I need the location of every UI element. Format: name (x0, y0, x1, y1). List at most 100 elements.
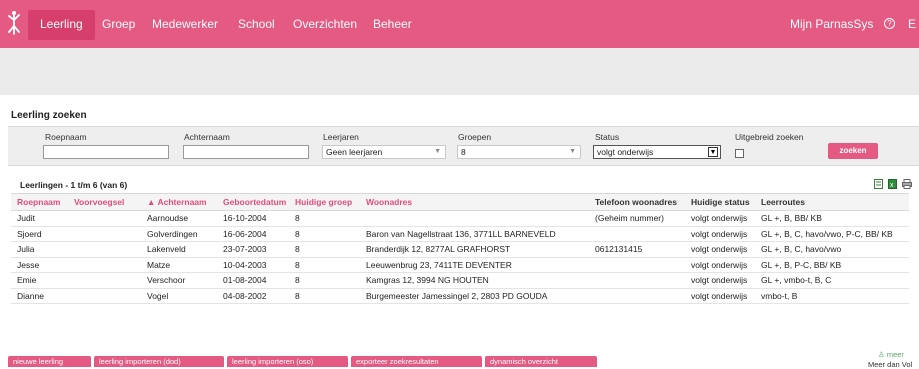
excel-icon[interactable]: x (888, 179, 897, 189)
print-icon[interactable] (902, 179, 912, 189)
leerjaren-label: Leerjaren (323, 132, 359, 142)
logo-icon[interactable] (6, 10, 22, 36)
svg-text:x: x (890, 182, 894, 189)
nav-item-medewerker[interactable]: Medewerker (152, 17, 218, 31)
cell-geboortedatum: 01-08-2004 (217, 272, 289, 289)
column-header-huidige-groep[interactable]: Huidige groep (289, 193, 360, 211)
cell-roepnaam: Emie (11, 272, 68, 289)
achternaam-label: Achternaam (184, 132, 230, 142)
sub-navigation-bar (0, 48, 919, 95)
cell-voorvoegsel (68, 272, 141, 289)
help-icon[interactable]: ? (884, 18, 895, 29)
dynamisch-overzicht-button[interactable]: dynamisch overzicht (485, 356, 597, 367)
cell-woonadres: Burgemeester Jamessingel 2, 2803 PD GOUD… (360, 288, 589, 304)
cell-voorvoegsel (68, 210, 141, 227)
cell-roepnaam: Jesse (11, 257, 68, 273)
cell-roepnaam: Julia (11, 241, 68, 258)
cell-woonadres: Branderdijk 12, 8277AL GRAFHORST (360, 241, 589, 258)
uitgebreid-zoeken-label: Uitgebreid zoeken (735, 132, 804, 142)
table-header-row: Roepnaam Voorvoegsel ▲ Achternaam Geboor… (11, 193, 909, 211)
cell-roepnaam: Sjoerd (11, 226, 68, 242)
status-label: Status (595, 132, 620, 142)
exporteer-zoekresultaten-button[interactable]: exporteer zoekresultaten (351, 356, 482, 367)
chevron-down-icon: ▼ (569, 148, 576, 155)
cell-woonadres: Leeuwenbrug 23, 7411TE DEVENTER (360, 257, 589, 273)
cell-huidige-groep: 8 (289, 288, 360, 304)
nav-item-overzichten[interactable]: Overzichten (293, 17, 357, 31)
column-header-leerroutes[interactable]: Leerroutes (755, 193, 909, 211)
roepnaam-input[interactable] (43, 145, 169, 159)
cell-status: volgt onderwijs (685, 226, 755, 242)
leerjaren-value: Geen leerjaren (326, 147, 383, 157)
cell-geboortedatum: 16-10-2004 (217, 210, 289, 227)
nav-item-school[interactable]: School (238, 17, 275, 31)
mijn-parnassys-link[interactable]: Mijn ParnasSys (790, 17, 873, 31)
cell-status: volgt onderwijs (685, 210, 755, 227)
chevron-down-icon: ▼ (708, 147, 718, 157)
cell-leerroutes: GL +, B, BB/ KB (755, 210, 909, 227)
page-title: Leerling zoeken (11, 110, 87, 121)
cell-telefoon (589, 226, 685, 242)
status-value: volgt onderwijs (597, 147, 654, 157)
cell-leerroutes: vmbo-t, B (755, 288, 909, 304)
column-header-woonadres[interactable]: Woonadres (360, 193, 589, 211)
cell-huidige-groep: 8 (289, 257, 360, 273)
groepen-value: 8 (461, 147, 466, 157)
nav-item-groep[interactable]: Groep (102, 17, 135, 31)
meer-link[interactable]: ♙ meer (878, 350, 904, 359)
table-row[interactable]: Dianne Vogel 04-08-2002 8 Burgemeester J… (11, 288, 909, 304)
nieuwe-leerling-button[interactable]: nieuwe leerling (8, 356, 91, 367)
leerling-importeren-oso-button[interactable]: leerling importeren (oso) (227, 356, 348, 367)
cell-achternaam: Verschoor (141, 272, 217, 289)
cell-geboortedatum: 04-08-2002 (217, 288, 289, 304)
cell-achternaam: Golverdingen (141, 226, 217, 242)
column-header-telefoon-woonadres[interactable]: Telefoon woonadres (589, 193, 685, 211)
cell-huidige-groep: 8 (289, 272, 360, 289)
uitgebreid-zoeken-checkbox[interactable] (735, 149, 744, 158)
table-row[interactable]: Jesse Matze 10-04-2003 8 Leeuwenbrug 23,… (11, 257, 909, 273)
cell-woonadres: Baron van Nagellstraat 136, 3771LL BARNE… (360, 226, 589, 242)
cell-woonadres: Kamgras 12, 3994 NG HOUTEN (360, 272, 589, 289)
column-header-voorvoegsel[interactable]: Voorvoegsel (68, 193, 141, 211)
status-select[interactable]: volgt onderwijs ▼ (593, 145, 721, 159)
cell-telefoon (589, 288, 685, 304)
cell-roepnaam: Dianne (11, 288, 68, 304)
cell-woonadres (360, 210, 589, 227)
cell-huidige-groep: 8 (289, 241, 360, 258)
column-header-roepnaam[interactable]: Roepnaam (11, 193, 68, 211)
cell-voorvoegsel (68, 226, 141, 242)
results-caption: Leerlingen - 1 t/m 6 (van 6) (20, 180, 128, 190)
cell-geboortedatum: 23-07-2003 (217, 241, 289, 258)
cell-status: volgt onderwijs (685, 241, 755, 258)
leerjaren-select[interactable]: Geen leerjaren ▼ (322, 145, 446, 159)
leerling-importeren-dod-button[interactable]: leerling importeren (dod) (94, 356, 224, 367)
cell-achternaam: Lakenveld (141, 241, 217, 258)
cell-huidige-groep: 8 (289, 210, 360, 227)
column-header-huidige-status[interactable]: Huidige status (685, 193, 755, 211)
person-icon: ♙ (878, 350, 885, 359)
table-row[interactable]: Judit Aarnoudse 16-10-2004 8 (Geheim num… (11, 210, 909, 227)
cell-telefoon: 0612131415 (589, 241, 685, 258)
cell-telefoon (589, 272, 685, 289)
column-header-geboortedatum[interactable]: Geboortedatum (217, 193, 289, 211)
export-icon[interactable] (874, 179, 883, 189)
zoeken-button[interactable]: zoeken (828, 143, 878, 159)
nav-item-beheer[interactable]: Beheer (373, 17, 412, 31)
nav-item-leerling[interactable]: Leerling (28, 10, 95, 40)
table-row[interactable]: Julia Lakenveld 23-07-2003 8 Branderdijk… (11, 241, 909, 258)
column-header-achternaam[interactable]: ▲ Achternaam (141, 193, 217, 211)
cell-status: volgt onderwijs (685, 272, 755, 289)
groepen-select[interactable]: 8 ▼ (457, 145, 581, 159)
nav-item-extra[interactable]: E (908, 17, 916, 31)
cell-achternaam: Aarnoudse (141, 210, 217, 227)
meer-label: meer (886, 350, 904, 359)
table-row[interactable]: Sjoerd Golverdingen 16-06-2004 8 Baron v… (11, 226, 909, 242)
table-row[interactable]: Emie Verschoor 01-08-2004 8 Kamgras 12, … (11, 272, 909, 289)
groepen-label: Groepen (458, 132, 492, 142)
roepnaam-label: Roepnaam (45, 132, 87, 142)
cell-geboortedatum: 16-06-2004 (217, 226, 289, 242)
chevron-down-icon: ▼ (434, 148, 441, 155)
search-panel: Roepnaam Achternaam Leerjaren Geen leerj… (8, 126, 919, 166)
cell-achternaam: Matze (141, 257, 217, 273)
achternaam-input[interactable] (183, 145, 309, 159)
